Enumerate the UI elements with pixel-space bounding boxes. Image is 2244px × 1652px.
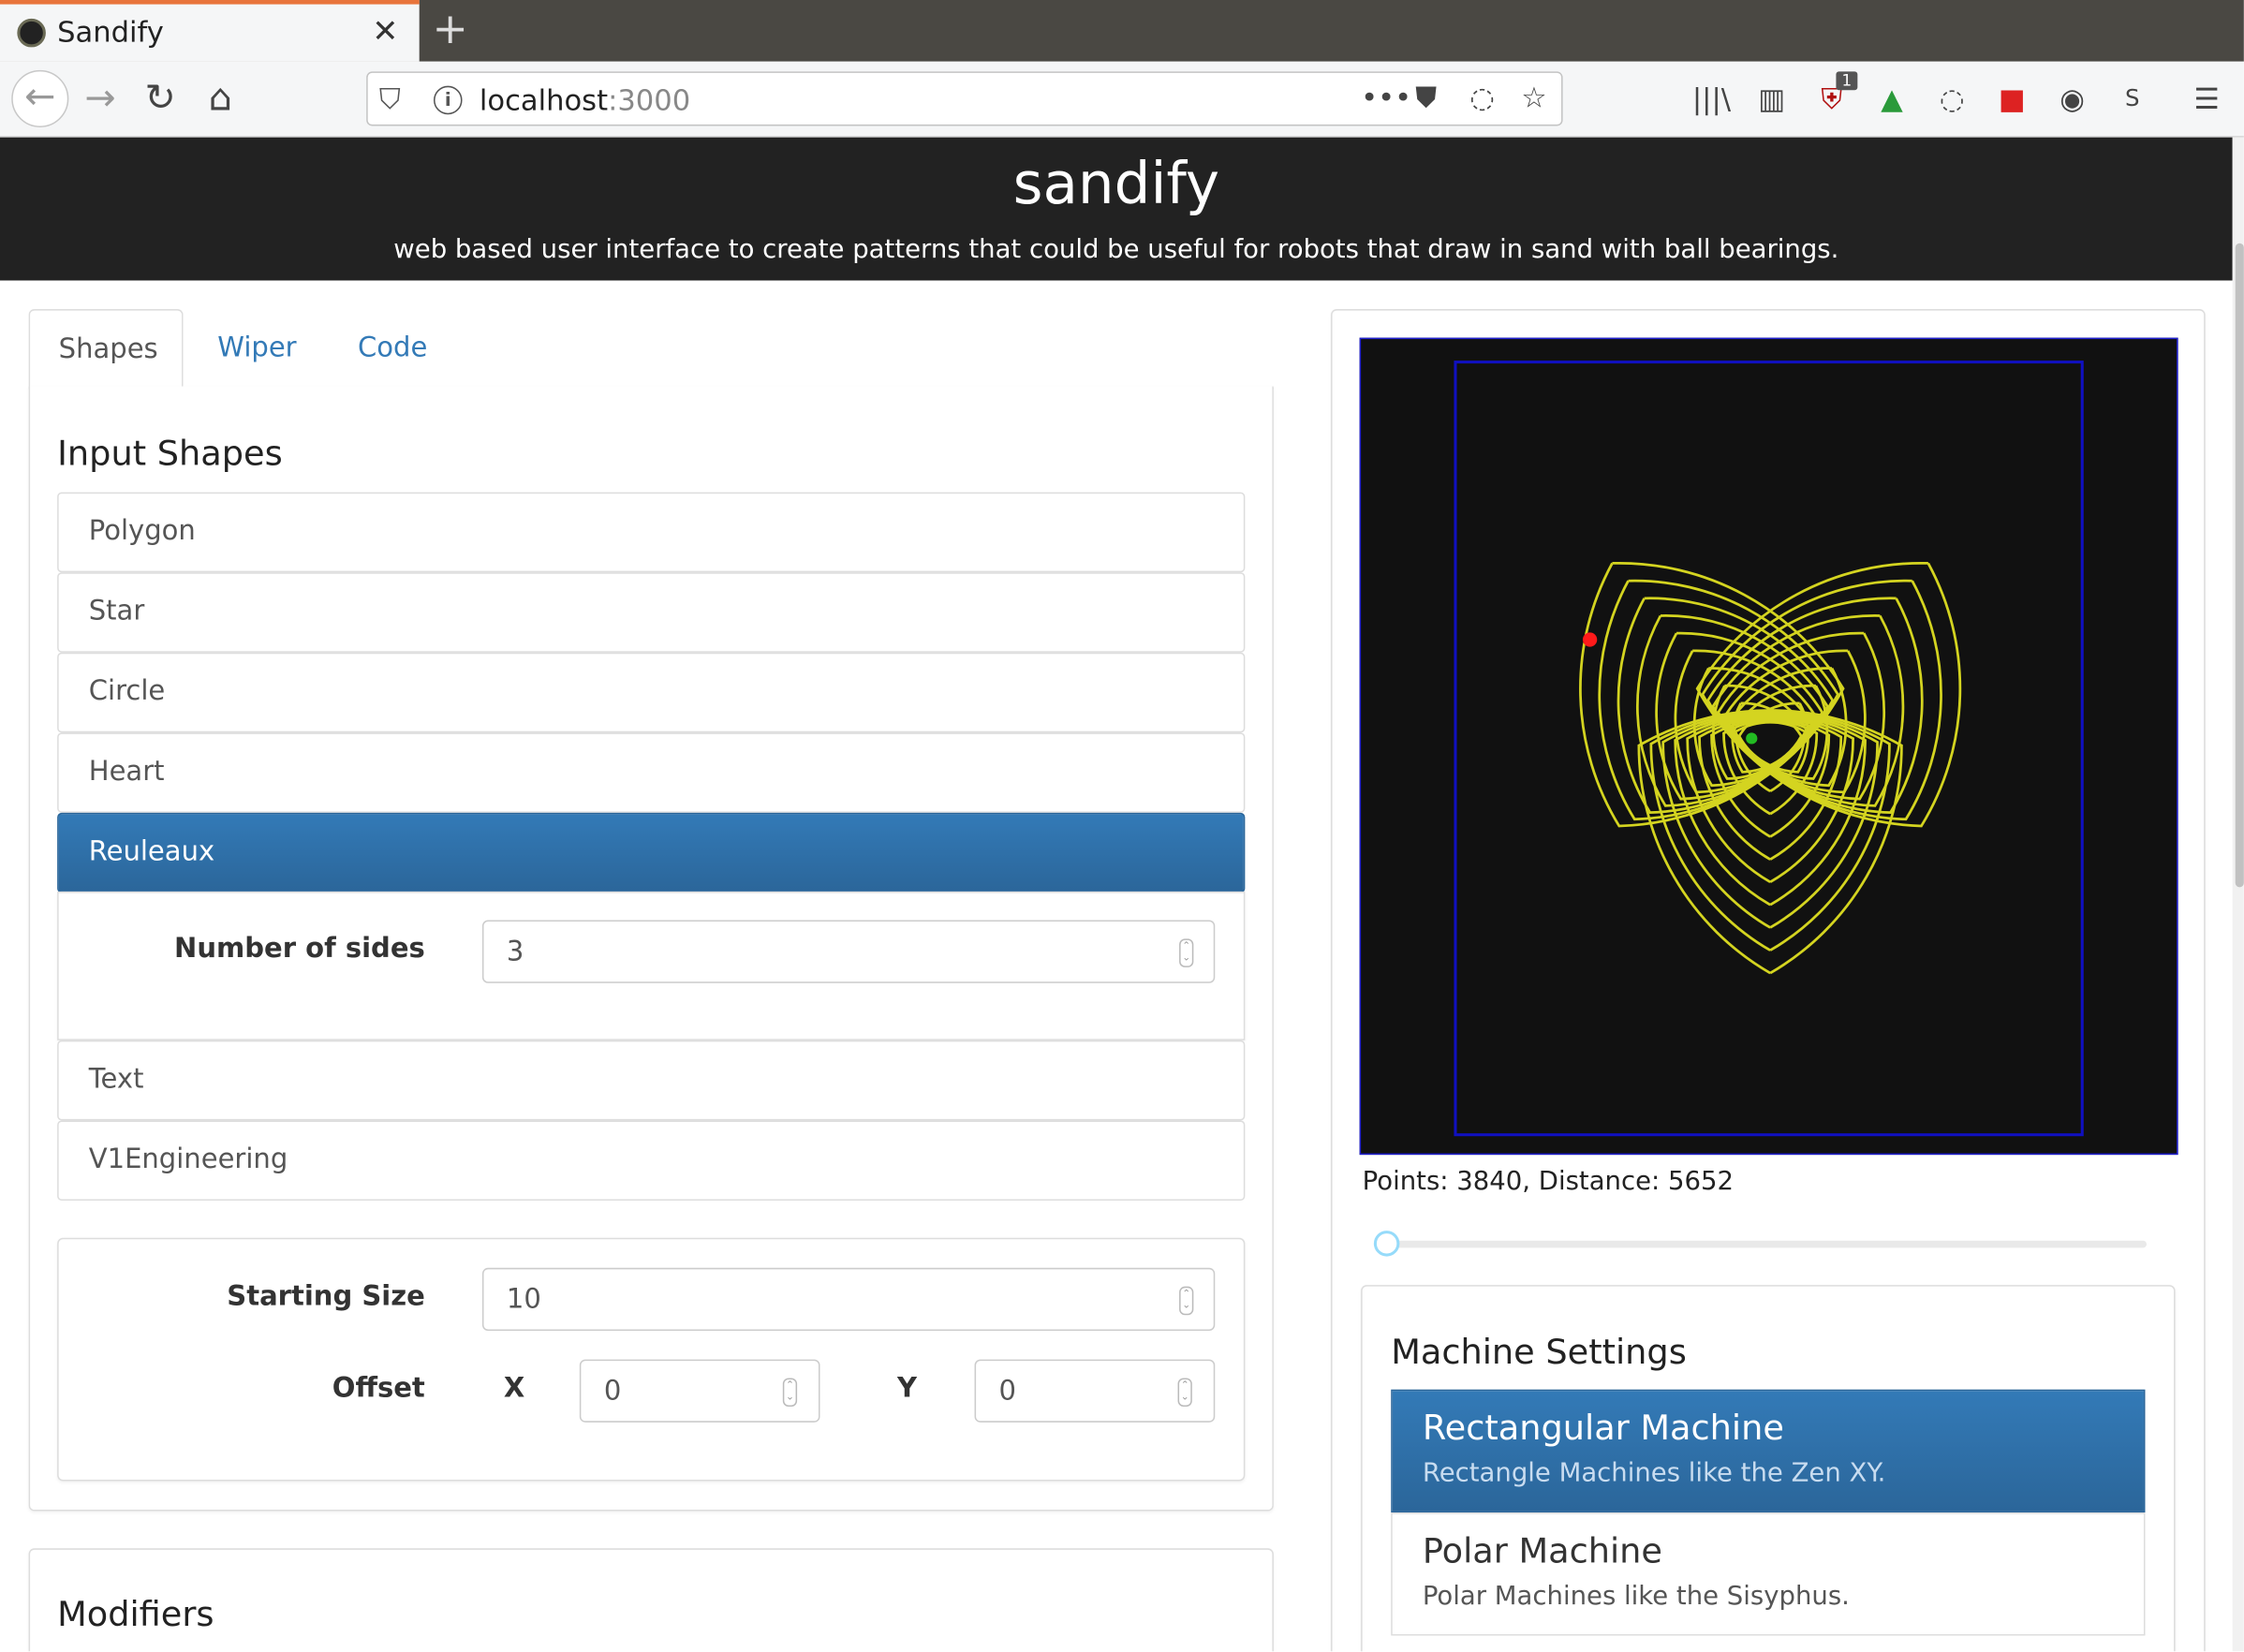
preview-canvas[interactable] [1359,337,2178,1156]
sidebar-icon[interactable]: ▥ [1751,79,1792,119]
machine-settings-heading: Machine Settings [1391,1332,1687,1373]
ublock-badge: 1 [1836,71,1858,91]
tab-wiper[interactable]: Wiper [189,309,325,387]
starting-size-label: Starting Size [227,1280,425,1313]
main-tabs: Shapes Wiper Code [28,309,1274,390]
browser-toolbar: ← → ↻ ⌂ ⛉ i localhost:3000 ••• ⛊ ◌ ☆ |||… [0,61,2244,138]
offset-x-input[interactable]: 0 ⌃ ⌄ [579,1359,820,1423]
offset-label: Offset [332,1372,425,1404]
shape-item-reuleaux[interactable]: Reuleaux [57,812,1246,893]
modifiers-panel [28,1548,1274,1652]
page-actions-icon[interactable]: ••• [1361,81,1411,115]
machine-description: Polar Machines like the Sisyphus. [1422,1581,1850,1612]
hamburger-menu-icon[interactable]: ☰ [2187,79,2227,119]
address-bar[interactable]: ⛉ i localhost:3000 ••• ⛊ ◌ ☆ [366,71,1563,126]
page: Sandify ✕ + ← → ↻ ⌂ ⛉ i localhost:3000 •… [0,0,2244,1652]
browser-tab[interactable]: Sandify ✕ [0,0,420,62]
input-shapes-heading: Input Shapes [57,433,283,474]
loading-spinner-icon: ◌ [1469,80,1495,115]
new-tab-button[interactable]: + [432,5,467,54]
site-subtitle: web based user interface to create patte… [393,234,1839,265]
browser-tab-strip: Sandify ✕ + [0,0,2244,62]
site-header: sandify web based user interface to crea… [0,137,2233,281]
machine-title: Polar Machine [1422,1530,1662,1571]
modifiers-heading: Modifiers [57,1594,214,1634]
number-spinner-icon[interactable]: ⌃ ⌄ [782,1378,798,1408]
close-tab-icon[interactable]: ✕ [372,14,398,50]
browser-tab-title: Sandify [57,14,164,49]
shape-item-heart[interactable]: Heart [57,732,1246,813]
bookmark-star-icon[interactable]: ☆ [1521,81,1546,115]
extension-s-icon[interactable]: S [2112,79,2152,119]
library-icon[interactable]: |||\ [1691,79,1732,119]
number-spinner-icon[interactable]: ⌃ ⌄ [1177,1378,1192,1408]
shape-item-star[interactable]: Star [57,572,1246,653]
machine-description: Rectangle Machines like the Zen XY. [1422,1458,1886,1489]
tab-code[interactable]: Code [329,309,455,387]
page-scrollbar-thumb[interactable] [2235,243,2244,888]
slider-handle[interactable] [1373,1231,1400,1257]
extension-spinner-icon[interactable]: ◌ [1932,79,1972,119]
reload-icon[interactable]: ↻ [135,73,186,125]
points-distance-stats: Points: 3840, Distance: 5652 [1362,1166,1735,1197]
sandify-favicon-icon [17,18,46,48]
site-title: sandify [1012,151,1220,218]
lastpass-icon[interactable]: ■ [1992,79,2032,119]
shape-item-circle[interactable]: Circle [57,652,1246,733]
tab-shapes[interactable]: Shapes [28,309,184,390]
pocket-icon[interactable]: ⛊ [1415,81,1437,115]
account-icon[interactable]: ◉ [2052,79,2092,119]
start-point-marker [1582,632,1598,647]
offset-x-label: X [503,1372,525,1404]
offset-y-label: Y [897,1372,918,1404]
forward-arrow-icon[interactable]: → [74,73,125,125]
end-point-marker [1746,732,1758,745]
machine-item-rectangular[interactable]: Rectangular Machine Rectangle Machines l… [1391,1389,2146,1513]
offset-y-input[interactable]: 0 ⌃ ⌄ [974,1359,1216,1423]
pattern-preview-svg [1454,361,2084,1137]
tracking-shield-icon[interactable]: ⛉ [379,81,401,116]
starting-size-input[interactable]: 10 ⌃ ⌄ [481,1267,1216,1332]
number-of-sides-input[interactable]: 3 ⌃ ⌄ [481,920,1216,983]
url-text[interactable]: localhost:3000 [480,83,690,118]
reuleaux-pattern [1579,562,1962,975]
shape-item-polygon[interactable]: Polygon [57,492,1246,573]
shape-item-text[interactable]: Text [57,1040,1246,1121]
site-info-icon[interactable]: i [433,85,463,115]
number-spinner-icon[interactable]: ⌃ ⌄ [1179,1286,1194,1316]
machine-item-polar[interactable]: Polar Machine Polar Machines like the Si… [1391,1512,2146,1636]
extension-fox-icon[interactable]: ▲ [1872,79,1912,119]
back-arrow-icon[interactable]: ← [11,69,69,127]
number-of-sides-label: Number of sides [174,933,425,965]
shape-item-v1engineering[interactable]: V1Engineering [57,1120,1246,1201]
number-spinner-icon[interactable]: ⌃ ⌄ [1179,938,1194,967]
machine-bounds [1454,361,2084,1137]
path-progress-slider[interactable] [1373,1240,2147,1248]
home-icon[interactable]: ⌂ [195,73,246,125]
machine-title: Rectangular Machine [1422,1408,1784,1449]
